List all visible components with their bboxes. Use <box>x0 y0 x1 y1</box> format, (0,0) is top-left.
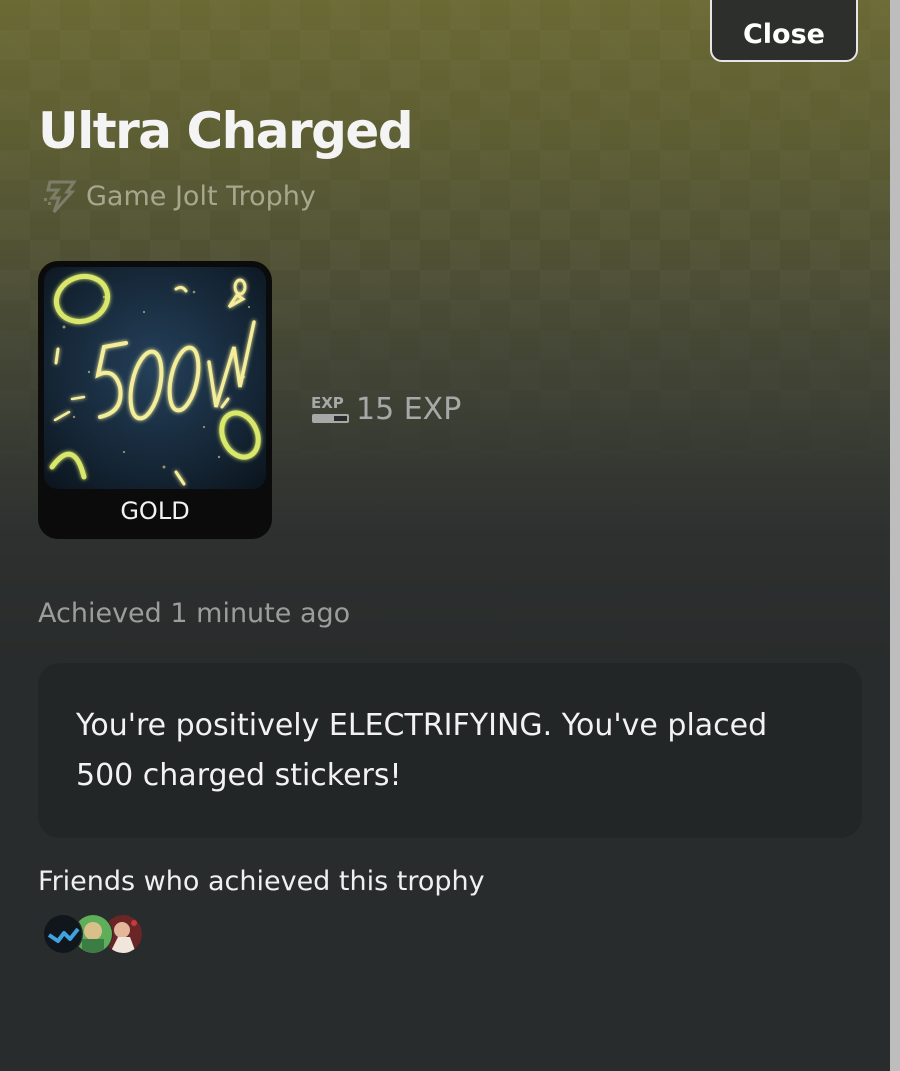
trophy-image <box>44 267 266 489</box>
close-button[interactable]: Close <box>710 0 858 62</box>
achieved-time: Achieved 1 minute ago <box>38 598 351 629</box>
friends-avatars[interactable] <box>44 915 154 955</box>
scrollbar[interactable] <box>890 0 900 1071</box>
friend-avatar[interactable] <box>44 915 82 953</box>
exp-icon-text: EXP <box>311 394 344 412</box>
trophy-description: You're positively ELECTRIFYING. You've p… <box>76 708 768 793</box>
exp-icon: EXP <box>311 394 349 423</box>
trophy-source-label: Game Jolt Trophy <box>86 180 316 212</box>
exp-value: 15 EXP <box>356 392 462 427</box>
friends-label: Friends who achieved this trophy <box>38 866 485 897</box>
trophy-source: Game Jolt Trophy <box>40 176 316 216</box>
trophy-description-box: You're positively ELECTRIFYING. You've p… <box>38 663 862 838</box>
game-jolt-bolt-icon <box>44 180 77 214</box>
trophy-title: Ultra Charged <box>38 102 414 160</box>
exp-reward: EXP 15 EXP <box>311 392 461 427</box>
trophy-modal: Close Ultra Charged Game Jolt Trophy GOL… <box>0 0 890 1071</box>
trophy-tier: GOLD <box>120 497 190 525</box>
trophy-card: GOLD <box>38 261 272 539</box>
